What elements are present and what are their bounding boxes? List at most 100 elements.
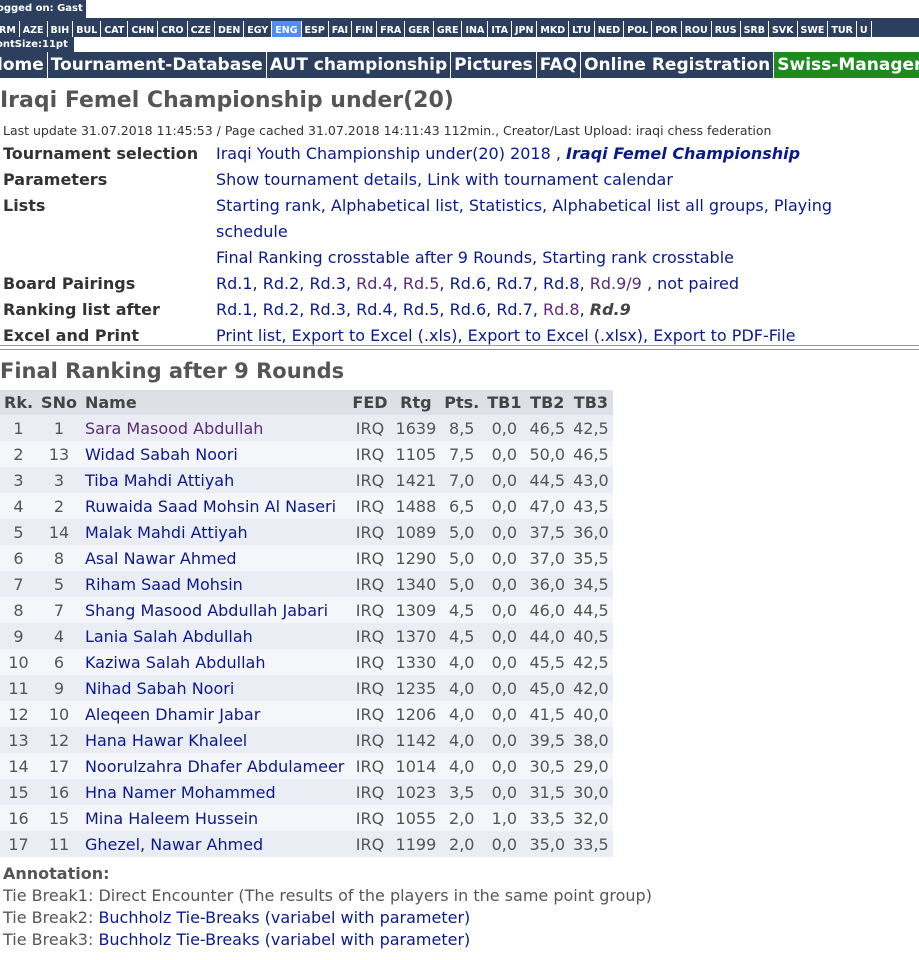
player-name-link[interactable]: Tiba Mahdi Attiyah [80,467,349,493]
current-ranking-round: Rd.9 [589,300,631,319]
language-rm[interactable]: RM [0,21,20,37]
player-name-link[interactable]: Ghezel, Nawar Ahmed [80,831,349,857]
language-fai[interactable]: FAI [329,21,353,37]
player-name-link[interactable]: Riham Saad Mohsin [80,571,349,597]
parameters-link-1[interactable]: Link with tournament calendar [427,170,673,189]
pairing-round-link-7[interactable]: Rd.8 [543,274,580,293]
language-gre[interactable]: GRE [434,21,463,37]
language-ina[interactable]: INA [462,21,489,37]
nav-swiss-manager[interactable]: Swiss-Manager [774,52,919,78]
language-ger[interactable]: GER [405,21,434,37]
tournament-info: Tournament selection Iraqi Youth Champio… [3,141,903,349]
language-fra[interactable]: FRA [377,21,406,37]
language-den[interactable]: DEN [215,21,245,37]
language-bih[interactable]: BIH [48,21,74,37]
nav-faq[interactable]: FAQ [537,52,582,78]
pairing-round-link-4[interactable]: Rd.5 [403,274,440,293]
lists-link-0[interactable]: Starting rank [216,196,321,215]
language-tur[interactable]: TUR [828,21,857,37]
language-mkd[interactable]: MKD [537,21,570,37]
pairing-round-link-5[interactable]: Rd.6 [450,274,487,293]
lists-link-1[interactable]: Alphabetical list [331,196,459,215]
language-egy[interactable]: EGY [244,21,273,37]
nav-lome[interactable]: lome [0,52,48,78]
player-name-link[interactable]: Shang Masood Abdullah Jabari [80,597,349,623]
player-name-link[interactable]: Hna Namer Mohammed [80,779,349,805]
ranking-round-link-5[interactable]: Rd.6 [450,300,487,319]
table-cell: 1199 [391,831,441,857]
player-name-link[interactable]: Kaziwa Salah Abdullah [80,649,349,675]
ranking-round-link-1[interactable]: Rd.2 [263,300,300,319]
player-name-link[interactable]: Lania Salah Abdullah [80,623,349,649]
player-name-link[interactable]: Malak Mahdi Attiyah [80,519,349,545]
parameters-link-0[interactable]: Show tournament details [216,170,417,189]
language-u[interactable]: U [857,21,872,37]
ranking-round-link-4[interactable]: Rd.5 [403,300,440,319]
pairing-round-link-8[interactable]: Rd.9/9 [590,274,642,293]
lists-link-3[interactable]: Alphabetical list all groups [552,196,764,215]
language-aze[interactable]: AZE [20,21,48,37]
nav-tournament-database[interactable]: Tournament-Database [48,52,267,78]
export-link-2[interactable]: Export to Excel (.xlsx) [468,326,643,345]
ranking-round-link-2[interactable]: Rd.3 [309,300,346,319]
language-cat[interactable]: CAT [101,21,129,37]
player-name-link[interactable]: Mina Haleem Hussein [80,805,349,831]
table-cell: 31,5 [525,779,570,805]
table-cell: 3 [0,467,38,493]
player-name-link[interactable]: Aleqeen Dhamir Jabar [80,701,349,727]
export-link-3[interactable]: Export to PDF-File [653,326,795,345]
language-svk[interactable]: SVK [769,21,798,37]
nav-pictures[interactable]: Pictures [451,52,537,78]
ranking-round-link-6[interactable]: Rd.7 [496,300,533,319]
column-header-sno: SNo [37,390,81,415]
language-fin[interactable]: FIN [352,21,378,37]
pairing-round-link-0[interactable]: Rd.1 [216,274,253,293]
export-link-1[interactable]: Export to Excel (.xls) [292,326,458,345]
pairing-round-link-1[interactable]: Rd.2 [263,274,300,293]
export-link-0[interactable]: Print list [216,326,281,345]
ranking-round-link-7[interactable]: Rd.8 [543,300,580,319]
language-swe[interactable]: SWE [798,21,829,37]
tournament-link[interactable]: Iraqi Youth Championship under(20) 2018 [216,144,551,163]
nav-aut-championship[interactable]: AUT championship [267,52,452,78]
table-cell: 1142 [391,727,441,753]
language-cro[interactable]: CRO [158,21,188,37]
ranking-round-link-3[interactable]: Rd.4 [356,300,393,319]
table-row: 14 17 Noorulzahra Dhafer Abdulameer IRQ 1014… [0,753,613,779]
tie-break-2-link[interactable]: Buchholz Tie-Breaks (variabel with param… [98,908,470,927]
player-name-link[interactable]: Sara Masood Abdullah [80,415,349,441]
table-cell: 43,0 [569,467,613,493]
player-name-link[interactable]: Noorulzahra Dhafer Abdulameer [80,753,349,779]
language-rus[interactable]: RUS [712,21,741,37]
pairing-round-link-3[interactable]: Rd.4 [356,274,393,293]
language-por[interactable]: POR [652,21,682,37]
language-ltu[interactable]: LTU [569,21,595,37]
lists-link-2[interactable]: Statistics [469,196,542,215]
language-chn[interactable]: CHN [128,21,159,37]
crosstable-link-0[interactable]: Final Ranking crosstable after 9 Rounds [216,248,532,267]
language-cze[interactable]: CZE [188,21,215,37]
player-name-link[interactable]: Ruwaida Saad Mohsin Al Naseri [80,493,349,519]
pairing-round-link-6[interactable]: Rd.7 [496,274,533,293]
player-name-link[interactable]: Asal Nawar Ahmed [80,545,349,571]
pairing-round-link-2[interactable]: Rd.3 [309,274,346,293]
ranking-round-link-0[interactable]: Rd.1 [216,300,253,319]
language-bul[interactable]: BUL [73,21,102,37]
not-paired-link[interactable]: not paired [657,274,739,293]
table-cell: 6 [37,649,81,675]
crosstable-link-1[interactable]: Starting rank crosstable [542,248,734,267]
language-pol[interactable]: POL [624,21,653,37]
nav-online-registration[interactable]: Online Registration [581,52,775,78]
language-ita[interactable]: ITA [488,21,512,37]
player-name-link[interactable]: Nihad Sabah Noori [80,675,349,701]
player-name-link[interactable]: Widad Sabah Noori [80,441,349,467]
player-name-link[interactable]: Hana Hawar Khaleel [80,727,349,753]
tie-break-3-link[interactable]: Buchholz Tie-Breaks (variabel with param… [98,930,470,949]
language-ned[interactable]: NED [595,21,625,37]
language-srb[interactable]: SRB [741,21,769,37]
language-eng[interactable]: ENG [272,21,302,37]
table-cell: 12 [37,727,81,753]
language-jpn[interactable]: JPN [512,21,538,37]
language-rou[interactable]: ROU [682,21,712,37]
language-esp[interactable]: ESP [302,21,329,37]
